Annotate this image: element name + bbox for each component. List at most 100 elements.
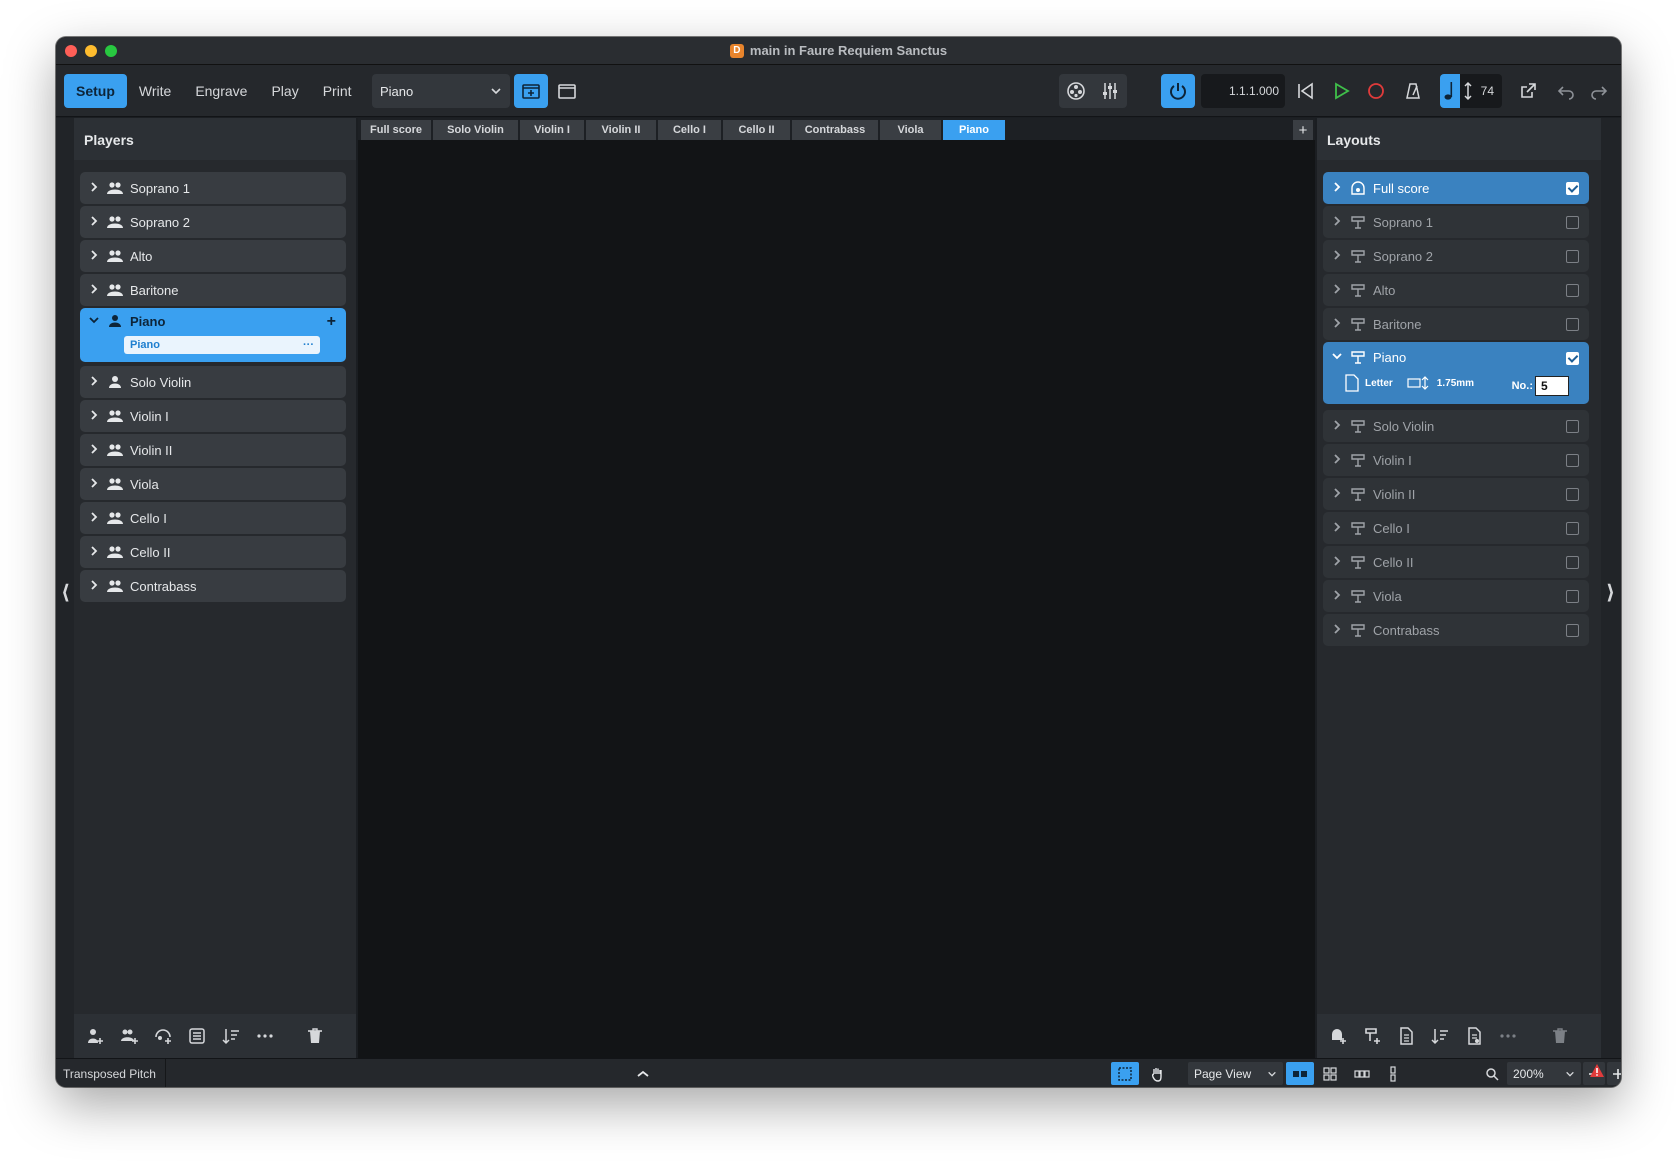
collapse-left-panel-icon[interactable]: ⟨ xyxy=(61,580,70,605)
tab-cello-i[interactable]: Cello I xyxy=(658,120,721,140)
layout-checkbox[interactable] xyxy=(1566,182,1579,195)
chevron-right-icon[interactable] xyxy=(1327,487,1347,502)
tab-violin-i[interactable]: Violin I xyxy=(520,120,584,140)
undo-button[interactable] xyxy=(1551,74,1581,108)
mode-engrave[interactable]: Engrave xyxy=(183,74,259,108)
sort-players-button[interactable] xyxy=(219,1024,243,1048)
tab-full-score[interactable]: Full score xyxy=(361,120,431,140)
player-piano[interactable]: Piano + Piano ··· xyxy=(80,308,346,362)
delete-layout-button[interactable] xyxy=(1548,1024,1572,1048)
zoom-tool-button[interactable] xyxy=(1479,1062,1505,1085)
layout-checkbox[interactable] xyxy=(1566,420,1579,433)
rewind-to-start-button[interactable] xyxy=(1290,74,1320,108)
instrument-menu-icon[interactable]: ··· xyxy=(303,339,314,351)
layout-violin-i[interactable]: Violin I xyxy=(1323,444,1589,476)
player-cello-ii[interactable]: Cello II xyxy=(80,536,346,568)
add-custom-layout-button[interactable] xyxy=(1394,1024,1418,1048)
layout-checkbox[interactable] xyxy=(1566,556,1579,569)
player-contrabass[interactable]: Contrabass xyxy=(80,570,346,602)
tab-piano[interactable]: Piano xyxy=(943,120,1005,140)
player-alto[interactable]: Alto xyxy=(80,240,346,272)
layout-alto[interactable]: Alto xyxy=(1323,274,1589,306)
more-layout-options-button[interactable] xyxy=(1496,1024,1520,1048)
view-mode-select[interactable]: Page View xyxy=(1188,1062,1283,1085)
tab-violin-ii[interactable]: Violin II xyxy=(586,120,656,140)
tab-contrabass[interactable]: Contrabass xyxy=(792,120,878,140)
more-options-button[interactable] xyxy=(253,1024,277,1048)
player-viola[interactable]: Viola xyxy=(80,468,346,500)
single-pages-horizontal-button[interactable] xyxy=(1346,1062,1378,1085)
player-soprano-1[interactable]: Soprano 1 xyxy=(80,172,346,204)
time-counter[interactable]: 1.1.1.000 xyxy=(1201,74,1285,108)
add-part-layout-button[interactable] xyxy=(1360,1024,1384,1048)
layout-viola[interactable]: Viola xyxy=(1323,580,1589,612)
chevron-down-icon[interactable] xyxy=(84,314,104,329)
add-full-score-layout-button[interactable] xyxy=(1326,1024,1350,1048)
pitch-mode-toggle[interactable]: Transposed Pitch xyxy=(63,1067,156,1081)
layout-cello-i[interactable]: Cello I xyxy=(1323,512,1589,544)
mode-print[interactable]: Print xyxy=(311,74,364,108)
layout-soprano-1[interactable]: Soprano 1 xyxy=(1323,206,1589,238)
play-button[interactable] xyxy=(1326,74,1356,108)
page-size-value[interactable]: Letter xyxy=(1365,378,1393,389)
video-button[interactable] xyxy=(1059,74,1093,108)
mode-write[interactable]: Write xyxy=(127,74,183,108)
zoom-in-button[interactable] xyxy=(1607,1062,1621,1085)
add-section-player-button[interactable] xyxy=(117,1024,141,1048)
show-lower-zone-button[interactable] xyxy=(628,1062,658,1085)
chevron-right-icon[interactable] xyxy=(84,579,104,594)
player-solo-violin[interactable]: Solo Violin xyxy=(80,366,346,398)
chevron-right-icon[interactable] xyxy=(1327,589,1347,604)
layout-solo-violin[interactable]: Solo Violin xyxy=(1323,410,1589,442)
minimize-window-button[interactable] xyxy=(85,45,97,57)
tab-cello-ii[interactable]: Cello II xyxy=(723,120,790,140)
chevron-right-icon[interactable] xyxy=(84,375,104,390)
layout-violin-ii[interactable]: Violin II xyxy=(1323,478,1589,510)
new-tab-button[interactable] xyxy=(514,74,548,108)
layout-checkbox[interactable] xyxy=(1566,318,1579,331)
chevron-right-icon[interactable] xyxy=(1327,215,1347,230)
layout-piano[interactable]: Piano Letter 1.75mm No.: 5 xyxy=(1323,342,1589,404)
chevron-right-icon[interactable] xyxy=(1327,249,1347,264)
music-area[interactable]: Full score Solo Violin Violin I Violin I… xyxy=(358,118,1315,1058)
audio-engine-toggle[interactable] xyxy=(1161,74,1195,108)
player-groups-button[interactable] xyxy=(185,1024,209,1048)
tab-viola[interactable]: Viola xyxy=(880,120,941,140)
chevron-right-icon[interactable] xyxy=(1327,453,1347,468)
player-cello-i[interactable]: Cello I xyxy=(80,502,346,534)
zoom-select[interactable]: 200% xyxy=(1507,1062,1581,1085)
layout-checkbox[interactable] xyxy=(1566,590,1579,603)
tab-solo-violin[interactable]: Solo Violin xyxy=(433,120,518,140)
staff-size-value[interactable]: 1.75mm xyxy=(1437,378,1474,389)
layout-checkbox[interactable] xyxy=(1566,216,1579,229)
layout-checkbox[interactable] xyxy=(1566,624,1579,637)
chevron-right-icon[interactable] xyxy=(84,409,104,424)
layout-soprano-2[interactable]: Soprano 2 xyxy=(1323,240,1589,272)
chevron-right-icon[interactable] xyxy=(84,443,104,458)
chevron-right-icon[interactable] xyxy=(1327,555,1347,570)
new-window-button[interactable] xyxy=(550,74,584,108)
player-violin-i[interactable]: Violin I xyxy=(80,400,346,432)
chevron-right-icon[interactable] xyxy=(1327,521,1347,536)
layout-cello-ii[interactable]: Cello II xyxy=(1323,546,1589,578)
chevron-right-icon[interactable] xyxy=(84,511,104,526)
metronome-button[interactable] xyxy=(1398,74,1428,108)
warning-button[interactable] xyxy=(1588,1059,1606,1083)
sort-layouts-button[interactable] xyxy=(1428,1024,1452,1048)
layout-checkbox[interactable] xyxy=(1566,250,1579,263)
add-tab-button[interactable]: + xyxy=(1293,120,1313,140)
mode-play[interactable]: Play xyxy=(259,74,310,108)
player-baritone[interactable]: Baritone xyxy=(80,274,346,306)
selection-tool-button[interactable] xyxy=(1111,1062,1139,1085)
spreads-horizontal-button[interactable] xyxy=(1286,1062,1314,1085)
collapse-right-panel-icon[interactable]: ⟩ xyxy=(1606,580,1615,605)
chevron-down-icon[interactable] xyxy=(1327,350,1347,365)
tempo-display[interactable]: 74 xyxy=(1440,74,1502,108)
chevron-right-icon[interactable] xyxy=(84,283,104,298)
close-window-button[interactable] xyxy=(65,45,77,57)
add-ensemble-button[interactable] xyxy=(151,1024,175,1048)
layout-number-input[interactable]: 5 xyxy=(1535,376,1569,396)
mode-setup[interactable]: Setup xyxy=(64,74,127,108)
record-button[interactable] xyxy=(1361,74,1391,108)
player-violin-ii[interactable]: Violin II xyxy=(80,434,346,466)
